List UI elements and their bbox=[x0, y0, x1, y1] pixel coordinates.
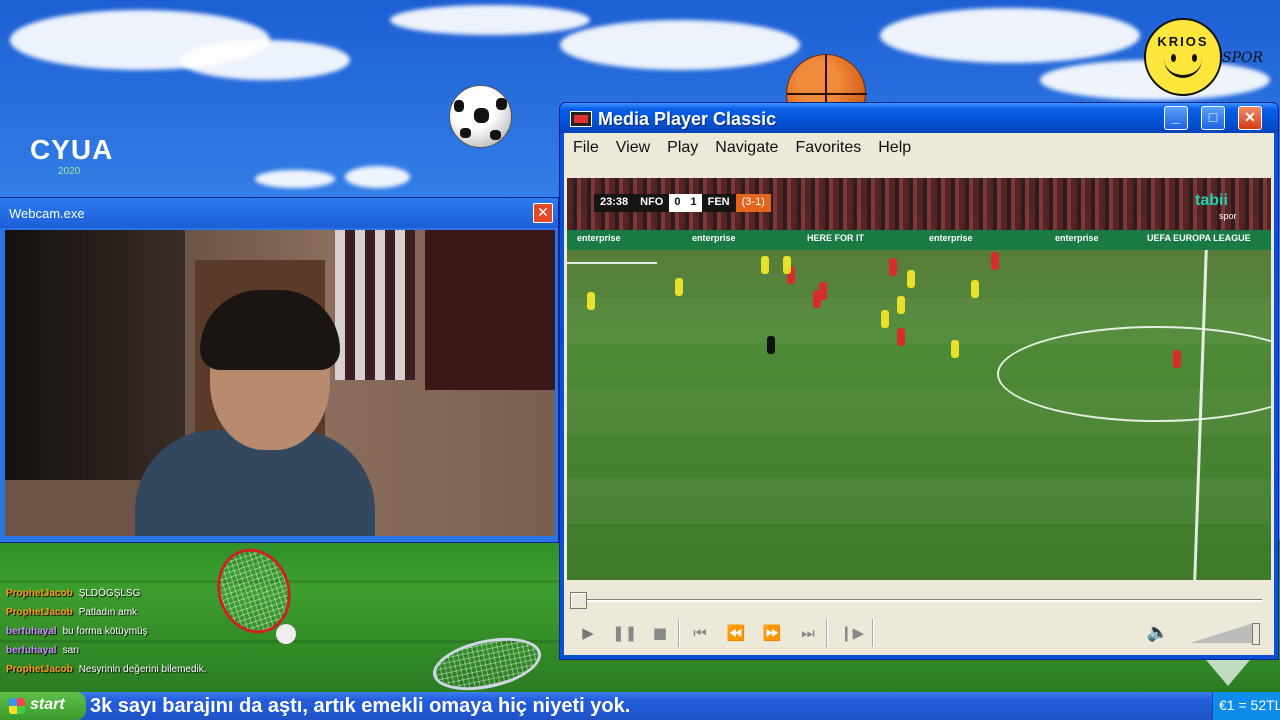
frame-step-icon[interactable]: ❙▶ bbox=[840, 621, 864, 645]
krios-logo-suffix: SPOR bbox=[1222, 50, 1264, 66]
video-frame[interactable]: enterprise enterprise HERE FOR IT enterp… bbox=[567, 178, 1271, 580]
webcam-window: Webcam.exe ✕ bbox=[0, 198, 558, 542]
scorebug: 23:38 NFO 0 1 FEN (3-1) bbox=[594, 194, 771, 212]
minimize-button[interactable]: _ bbox=[1164, 106, 1188, 130]
chat-text: sarı bbox=[62, 645, 80, 656]
skip-forward-icon[interactable]: ⏭ bbox=[796, 621, 820, 645]
adboard-text: enterprise bbox=[1055, 233, 1099, 243]
skip-back-icon[interactable]: ⏮ bbox=[688, 621, 712, 645]
volume-slider[interactable] bbox=[1190, 623, 1260, 645]
media-player-titlebar[interactable]: Media Player Classic _ □ ✕ bbox=[560, 103, 1278, 133]
tennis-ball-icon bbox=[276, 624, 296, 644]
windows-flag-icon bbox=[9, 698, 25, 714]
menu-file[interactable]: File bbox=[564, 133, 607, 163]
play-icon[interactable]: ▶ bbox=[576, 621, 600, 645]
chat-text: Patladın amk bbox=[78, 607, 138, 618]
chat-username: ProphetJacob bbox=[6, 607, 73, 618]
webcam-feed bbox=[5, 230, 555, 536]
media-player-app-icon bbox=[570, 111, 592, 127]
cloud bbox=[255, 170, 335, 188]
home-score: 0 bbox=[669, 194, 686, 212]
chat-username: berfuhayal bbox=[6, 626, 57, 637]
exchange-rate-tray: €1 = 52TL bbox=[1212, 692, 1280, 720]
cloud bbox=[880, 8, 1140, 63]
webcam-title: Webcam.exe bbox=[9, 206, 85, 221]
webcam-titlebar[interactable]: Webcam.exe ✕ bbox=[0, 198, 558, 228]
chat-username: berfuhayal bbox=[6, 645, 57, 656]
chat-text: ŞLDÖGŞLSG bbox=[78, 588, 141, 599]
cloud bbox=[390, 5, 590, 35]
menu-help[interactable]: Help bbox=[869, 133, 919, 163]
adboard-text: enterprise bbox=[577, 233, 621, 243]
cloud bbox=[180, 40, 350, 80]
menu-favorites[interactable]: Favorites bbox=[786, 133, 869, 163]
menu-bar: File View Play Navigate Favorites Help bbox=[564, 133, 1274, 163]
chat-message: ProphetJacob Nesyrinin değerini bilemedik… bbox=[6, 664, 326, 683]
cloud bbox=[345, 166, 410, 188]
menu-navigate[interactable]: Navigate bbox=[706, 133, 786, 163]
maximize-button[interactable]: □ bbox=[1201, 106, 1225, 130]
playback-controls: ▶ ❚❚ ■ ⏮ ⏪ ⏩ ⏭ ❙▶ 🔈 bbox=[570, 617, 1266, 649]
match-clock: 23:38 bbox=[594, 194, 635, 212]
pause-icon[interactable]: ❚❚ bbox=[612, 621, 637, 645]
adboard-text: UEFA EUROPA LEAGUE bbox=[1147, 233, 1251, 243]
chat-text: bu forma kötüymüş bbox=[62, 626, 148, 637]
webcam-close-button[interactable]: ✕ bbox=[533, 203, 553, 223]
chat-username: ProphetJacob bbox=[6, 664, 73, 675]
seek-track[interactable] bbox=[570, 599, 1262, 602]
away-team: FEN bbox=[701, 194, 736, 212]
rewind-icon[interactable]: ⏪ bbox=[724, 621, 748, 645]
cloud bbox=[560, 20, 800, 70]
taskbar: start 3k sayı barajını da aştı, artık em… bbox=[0, 692, 1280, 720]
krios-logo-word: KRIOS bbox=[1157, 34, 1209, 49]
tray-decoration bbox=[1206, 660, 1250, 686]
home-team: NFO bbox=[634, 194, 670, 212]
cyua-logo-year: 2020 bbox=[58, 166, 81, 177]
adboard-text: enterprise bbox=[929, 233, 973, 243]
seek-thumb[interactable] bbox=[570, 592, 587, 609]
pitch-line bbox=[567, 262, 657, 264]
close-button[interactable]: ✕ bbox=[1238, 106, 1262, 130]
start-button[interactable]: start bbox=[0, 692, 86, 720]
adboard: enterprise enterprise HERE FOR IT enterp… bbox=[567, 230, 1271, 250]
fast-forward-icon[interactable]: ⏩ bbox=[760, 621, 784, 645]
start-label: start bbox=[30, 696, 65, 713]
chat-username: ProphetJacob bbox=[6, 588, 73, 599]
away-score: 1 bbox=[685, 194, 702, 212]
stop-icon[interactable]: ■ bbox=[648, 621, 672, 645]
volume-thumb[interactable] bbox=[1252, 623, 1260, 645]
adboard-text: HERE FOR IT bbox=[807, 233, 865, 243]
aggregate-score: (3-1) bbox=[735, 194, 771, 212]
news-ticker: 3k sayı barajını da aştı, artık emekli o… bbox=[90, 695, 631, 717]
menu-play[interactable]: Play bbox=[658, 133, 706, 163]
chat-text: Nesyrinin değerini bilemedik. bbox=[78, 664, 207, 675]
cyua-logo: CYUA bbox=[30, 134, 114, 165]
chat-message: berfuhayal sarı bbox=[6, 645, 326, 664]
media-player-window: Media Player Classic _ □ ✕ File View Pla… bbox=[560, 103, 1278, 659]
krios-logo: KRIOS bbox=[1144, 18, 1222, 96]
media-player-title: Media Player Classic bbox=[598, 109, 777, 129]
broadcaster-logo: tabii bbox=[1195, 192, 1228, 209]
soccer-ball-icon bbox=[449, 85, 512, 148]
broadcaster-logo-sub: spor bbox=[1219, 211, 1237, 221]
menu-view[interactable]: View bbox=[607, 133, 658, 163]
seek-bar[interactable] bbox=[570, 591, 1266, 609]
media-player-body: File View Play Navigate Favorites Help e… bbox=[564, 133, 1274, 655]
speaker-icon[interactable]: 🔈 bbox=[1146, 621, 1170, 645]
adboard-text: enterprise bbox=[692, 233, 736, 243]
